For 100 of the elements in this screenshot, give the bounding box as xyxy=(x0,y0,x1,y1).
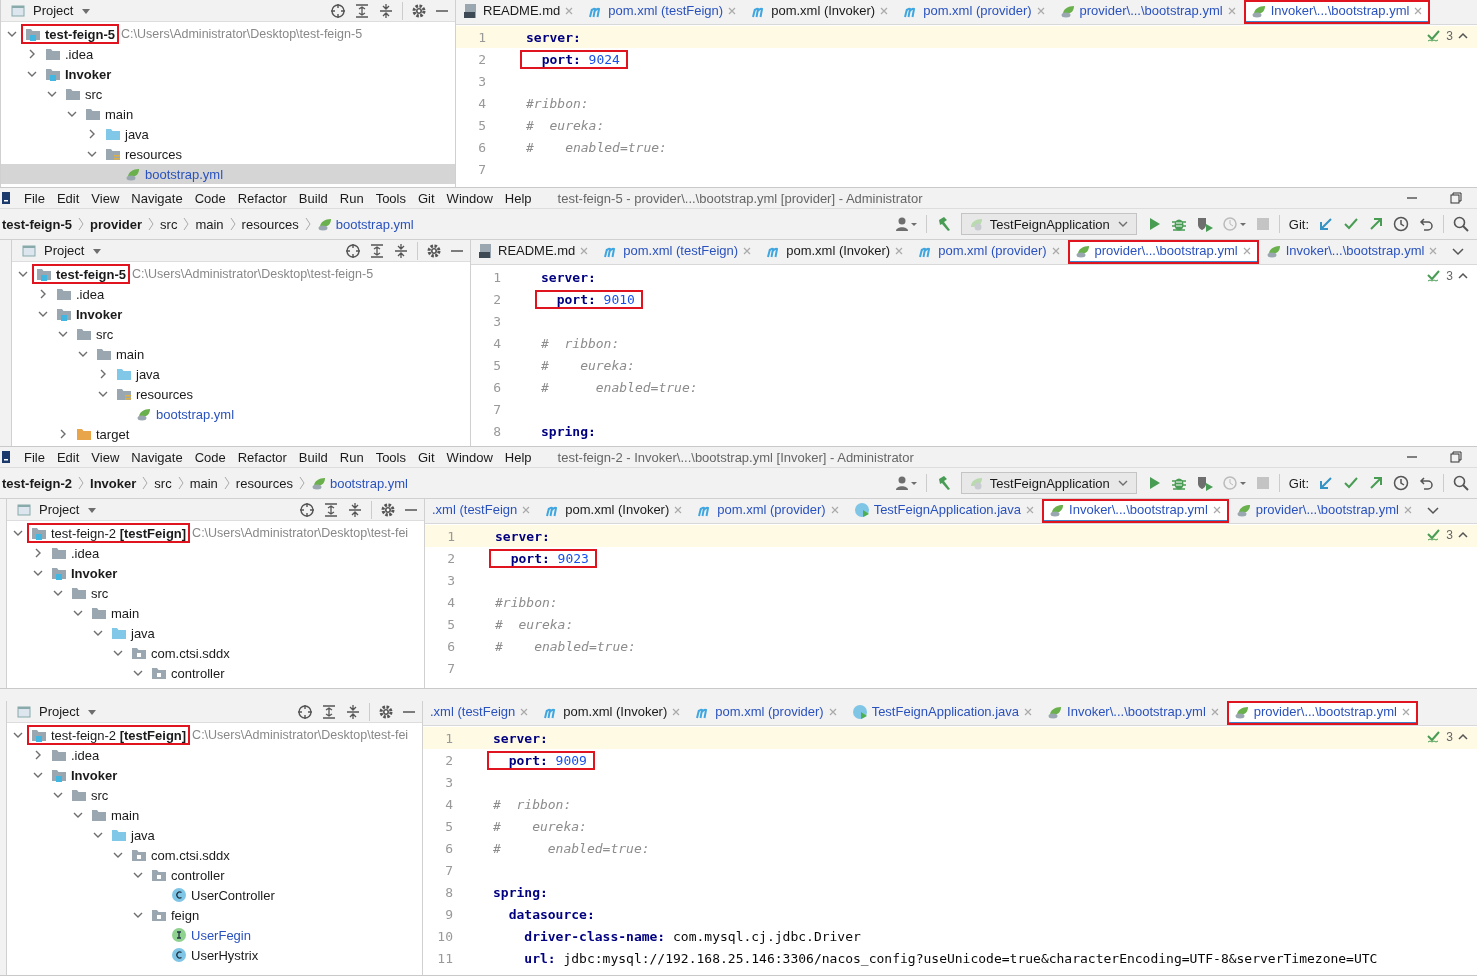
editor-tab[interactable]: pom.xml (testFeign) xyxy=(581,0,745,24)
tree-item[interactable]: src xyxy=(7,785,422,805)
locate-icon[interactable] xyxy=(345,242,361,259)
editor-tab[interactable]: provider\...\bootstrap.yml xyxy=(1067,240,1259,264)
push-arrow-icon[interactable] xyxy=(1368,475,1384,491)
breadcrumb-item[interactable]: resources xyxy=(241,216,299,232)
collapse-all-icon[interactable] xyxy=(393,242,409,259)
breadcrumb-item[interactable]: src xyxy=(154,475,172,491)
tree-item[interactable]: test-feign-2 [testFeign] C:\Users\Administrator\Desktop\test-fei xyxy=(7,725,422,745)
editor-tab[interactable]: TestFeignApplication.java xyxy=(846,499,1043,523)
update-arrow-icon[interactable] xyxy=(1318,475,1334,491)
editor-tab[interactable]: pom.xml (provider) xyxy=(911,240,1068,264)
editor-tab[interactable]: TestFeignApplication.java xyxy=(844,701,1041,725)
tree-item[interactable]: Invoker xyxy=(7,765,422,785)
tree-item[interactable]: controller xyxy=(7,865,422,885)
locate-icon[interactable] xyxy=(297,703,313,720)
editor-tab[interactable]: provider\...\bootstrap.yml xyxy=(1228,499,1420,523)
menu-item[interactable]: Git xyxy=(418,190,435,206)
coverage-icon[interactable] xyxy=(1195,216,1214,232)
settings-icon[interactable] xyxy=(380,501,396,518)
menu-item[interactable]: Edit xyxy=(56,190,80,206)
user-icon[interactable] xyxy=(894,475,917,491)
breadcrumb-item[interactable]: provider xyxy=(90,216,143,232)
menu-item[interactable]: Git xyxy=(418,449,435,465)
inspection-widget[interactable]: 3 xyxy=(1426,528,1469,542)
menu-item[interactable]: View xyxy=(91,449,120,465)
tree-item[interactable]: main xyxy=(1,104,455,124)
tree-item[interactable]: .idea xyxy=(12,284,470,304)
view-selector[interactable]: Project xyxy=(44,243,85,258)
editor-tab[interactable]: Invoker\...\bootstrap.yml xyxy=(1040,701,1227,725)
revert-icon[interactable] xyxy=(1418,216,1434,232)
menu-item[interactable]: Run xyxy=(339,190,364,206)
editor-tab[interactable]: Invoker\...\bootstrap.yml xyxy=(1243,0,1431,24)
menu-item[interactable]: Edit xyxy=(56,449,80,465)
tree-item[interactable]: main xyxy=(7,805,422,825)
tree-item[interactable]: java xyxy=(12,364,470,384)
menu-item[interactable]: Navigate xyxy=(131,190,183,206)
tree-item[interactable]: com.ctsi.sddx xyxy=(7,643,424,663)
check-icon[interactable] xyxy=(1343,475,1359,491)
menu-item[interactable]: Build xyxy=(298,190,328,206)
run-configuration-dropdown[interactable]: TestFeignApplication xyxy=(960,472,1137,494)
menu-item[interactable]: View xyxy=(91,190,120,206)
inspection-widget[interactable]: 3 xyxy=(1426,730,1469,744)
coverage-icon[interactable] xyxy=(1195,475,1214,491)
settings-icon[interactable] xyxy=(378,703,394,720)
expand-all-icon[interactable] xyxy=(323,501,339,518)
menu-item[interactable]: Refactor xyxy=(237,190,287,206)
menu-item[interactable]: Refactor xyxy=(237,449,287,465)
menu-item[interactable]: Help xyxy=(504,190,532,206)
editor-tab[interactable]: pom.xml (provider) xyxy=(688,701,845,725)
editor-tab[interactable]: README.md xyxy=(471,240,597,264)
push-arrow-icon[interactable] xyxy=(1368,216,1384,232)
menu-item[interactable]: Help xyxy=(504,449,532,465)
tree-item[interactable]: java xyxy=(7,623,424,643)
breadcrumb-item[interactable]: bootstrap.yml xyxy=(310,475,408,491)
tree-item[interactable]: java xyxy=(1,124,455,144)
breadcrumb-item[interactable]: main xyxy=(195,216,224,232)
tree-item[interactable]: .idea xyxy=(7,543,424,563)
tree-item[interactable]: .idea xyxy=(1,44,455,64)
editor-tab[interactable]: pom.xml (Invoker) xyxy=(538,499,691,523)
tree-item[interactable]: src xyxy=(12,324,470,344)
tree-item[interactable]: Invoker xyxy=(12,304,470,324)
revert-icon[interactable] xyxy=(1418,475,1434,491)
view-selector[interactable]: Project xyxy=(33,3,74,18)
menu-item[interactable]: Tools xyxy=(375,449,406,465)
view-selector[interactable]: Project xyxy=(39,502,80,517)
tree-item[interactable]: controller xyxy=(7,663,424,683)
collapse-all-icon[interactable] xyxy=(378,2,394,19)
check-icon[interactable] xyxy=(1343,216,1359,232)
tree-item[interactable]: feign xyxy=(7,905,422,925)
tree-item[interactable]: com.ctsi.sddx xyxy=(7,845,422,865)
editor-tab[interactable]: Invoker\...\bootstrap.yml xyxy=(1042,499,1229,523)
editor-tab[interactable]: pom.xml (Invoker) xyxy=(744,0,897,24)
tree-item[interactable]: java xyxy=(7,825,422,845)
tree-item[interactable]: test-feign-5 C:\Users\Administrator\Desktop\test-feign-5 xyxy=(12,264,470,284)
locate-icon[interactable] xyxy=(330,2,346,19)
collapse-all-icon[interactable] xyxy=(347,501,363,518)
user-icon[interactable] xyxy=(894,216,917,232)
tree-item[interactable]: UserController xyxy=(7,885,422,905)
settings-icon[interactable] xyxy=(411,2,427,19)
breadcrumb-item[interactable]: Invoker xyxy=(90,475,137,491)
inspection-widget[interactable]: 3 xyxy=(1426,29,1469,43)
run-configuration-dropdown[interactable]: TestFeignApplication xyxy=(960,213,1137,235)
editor-tab[interactable]: pom.xml (Invoker) xyxy=(536,701,689,725)
editor-tab[interactable]: pom.xml (Invoker) xyxy=(759,240,912,264)
history-icon[interactable] xyxy=(1393,475,1409,491)
tree-item[interactable]: .idea xyxy=(7,745,422,765)
tree-item[interactable]: src xyxy=(1,84,455,104)
update-arrow-icon[interactable] xyxy=(1318,216,1334,232)
settings-icon[interactable] xyxy=(426,242,442,259)
menu-item[interactable]: Code xyxy=(194,190,226,206)
breadcrumb-item[interactable]: resources xyxy=(235,475,293,491)
tree-item[interactable]: bootstrap.yml xyxy=(1,164,455,184)
restore-icon[interactable] xyxy=(1449,450,1463,464)
breadcrumb-item[interactable]: src xyxy=(160,216,178,232)
inspection-widget[interactable]: 3 xyxy=(1426,269,1469,283)
history-icon[interactable] xyxy=(1393,216,1409,232)
tree-item[interactable]: resources xyxy=(12,384,470,404)
menu-item[interactable]: Navigate xyxy=(131,449,183,465)
editor-tab[interactable]: Invoker\...\bootstrap.yml xyxy=(1258,240,1446,264)
